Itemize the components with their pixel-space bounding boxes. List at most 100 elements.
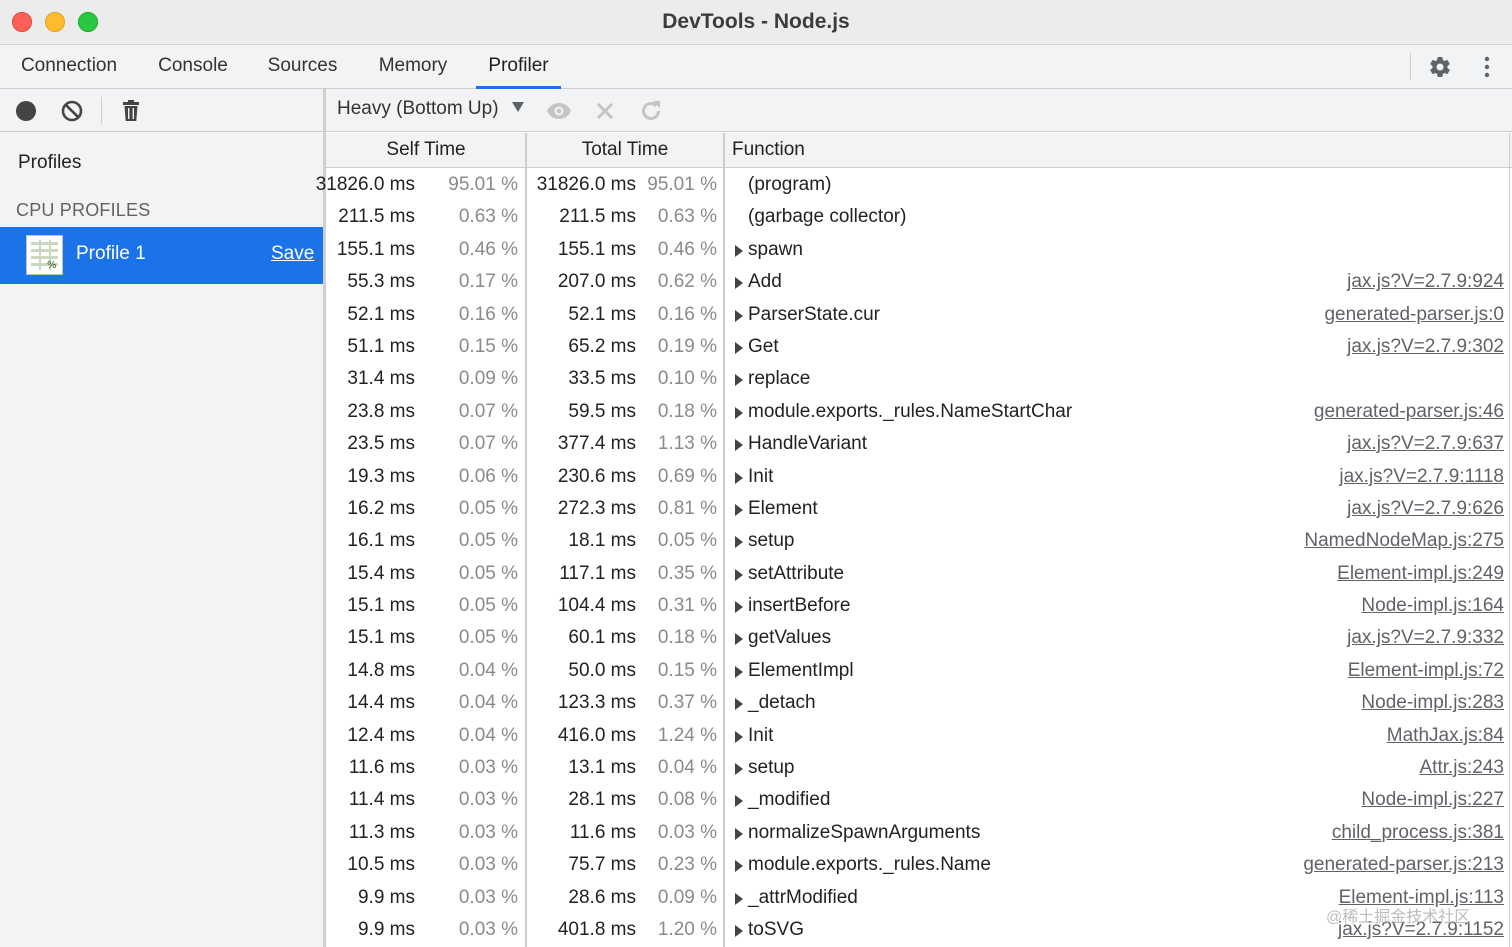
save-profile-link[interactable]: Save bbox=[271, 243, 314, 265]
expand-triangle-icon[interactable] bbox=[735, 439, 743, 452]
self-time-value: 19.3 ms bbox=[347, 465, 415, 487]
expand-triangle-icon[interactable] bbox=[735, 892, 743, 905]
expand-triangle-icon[interactable] bbox=[735, 277, 743, 290]
expand-triangle-icon[interactable] bbox=[735, 730, 743, 743]
source-link[interactable]: Node-impl.js:283 bbox=[1361, 687, 1504, 719]
view-mode-select[interactable]: Heavy (Bottom Up) bbox=[337, 98, 499, 120]
total-time-percent: 0.46 % bbox=[657, 238, 717, 260]
table-row[interactable]: 16.2 ms 0.05 % 272.3 ms 0.81 % Element jax.js… bbox=[326, 493, 1512, 525]
self-time-value: 15.1 ms bbox=[347, 595, 415, 617]
table-row[interactable]: 11.3 ms 0.03 % 11.6 ms 0.03 % normalizeSpawn… bbox=[326, 817, 1512, 849]
more-vertical-icon[interactable] bbox=[1475, 55, 1499, 79]
table-row[interactable]: 15.1 ms 0.05 % 60.1 ms 0.18 % getValues jax.j… bbox=[326, 622, 1512, 654]
sidebar-item-profile-1[interactable]: % Profile 1 Save bbox=[0, 227, 323, 284]
chevron-down-icon[interactable] bbox=[512, 102, 524, 112]
expand-triangle-icon[interactable] bbox=[735, 924, 743, 937]
function-name: setup bbox=[748, 757, 795, 779]
trash-icon[interactable] bbox=[119, 99, 143, 123]
expand-triangle-icon[interactable] bbox=[735, 244, 743, 257]
expand-triangle-icon[interactable] bbox=[735, 309, 743, 322]
expand-triangle-icon[interactable] bbox=[735, 698, 743, 711]
tab-connection[interactable]: Connection bbox=[8, 45, 130, 88]
total-time-value: 59.5 ms bbox=[568, 400, 636, 422]
table-row[interactable]: 15.4 ms 0.05 % 117.1 ms 0.35 % setAttribute E… bbox=[326, 558, 1512, 590]
expand-triangle-icon[interactable] bbox=[735, 601, 743, 614]
table-row[interactable]: 211.5 ms 0.63 % 211.5 ms 0.63 % (garbage col… bbox=[326, 201, 1512, 233]
source-link[interactable]: generated-parser.js:46 bbox=[1314, 396, 1504, 428]
table-row[interactable]: 23.8 ms 0.07 % 59.5 ms 0.18 % module.exports… bbox=[326, 396, 1512, 428]
function-name: setup bbox=[748, 530, 795, 552]
expand-triangle-icon[interactable] bbox=[735, 795, 743, 808]
source-link[interactable]: jax.js?V=2.7.9:1118 bbox=[1339, 461, 1504, 493]
self-time-value: 12.4 ms bbox=[347, 724, 415, 746]
table-row[interactable]: 12.4 ms 0.04 % 416.0 ms 1.24 % Init MathJax.j… bbox=[326, 720, 1512, 752]
table-row[interactable]: 11.4 ms 0.03 % 28.1 ms 0.08 % _modified Node-… bbox=[326, 784, 1512, 816]
expand-triangle-icon[interactable] bbox=[735, 860, 743, 873]
function-name: _modified bbox=[748, 789, 831, 811]
expand-triangle-icon[interactable] bbox=[735, 374, 743, 387]
source-link[interactable]: generated-parser.js:213 bbox=[1303, 849, 1504, 881]
profiles-heading[interactable]: Profiles bbox=[18, 152, 81, 174]
table-row[interactable]: 10.5 ms 0.03 % 75.7 ms 0.23 % module.exports… bbox=[326, 849, 1512, 881]
table-row[interactable]: 51.1 ms 0.15 % 65.2 ms 0.19 % Get jax.js?V=2.… bbox=[326, 331, 1512, 363]
self-time-value: 15.4 ms bbox=[347, 562, 415, 584]
source-link[interactable]: jax.js?V=2.7.9:302 bbox=[1347, 331, 1504, 363]
total-time-value: 155.1 ms bbox=[557, 238, 636, 260]
close-icon[interactable] bbox=[592, 98, 618, 124]
tab-sources[interactable]: Sources bbox=[258, 45, 347, 88]
tab-console[interactable]: Console bbox=[148, 45, 238, 88]
source-link[interactable]: Node-impl.js:164 bbox=[1361, 590, 1504, 622]
source-link[interactable]: Element-impl.js:249 bbox=[1337, 558, 1504, 590]
expand-triangle-icon[interactable] bbox=[735, 341, 743, 354]
total-time-value: 104.4 ms bbox=[557, 595, 636, 617]
source-link[interactable]: jax.js?V=2.7.9:637 bbox=[1347, 428, 1504, 460]
source-link[interactable]: jax.js?V=2.7.9:924 bbox=[1347, 266, 1504, 298]
expand-triangle-icon[interactable] bbox=[735, 827, 743, 840]
table-row[interactable]: 11.6 ms 0.03 % 13.1 ms 0.04 % setup Attr.js:2… bbox=[326, 752, 1512, 784]
table-row[interactable]: 16.1 ms 0.05 % 18.1 ms 0.05 % setup NamedNode… bbox=[326, 525, 1512, 557]
table-row[interactable]: 155.1 ms 0.46 % 155.1 ms 0.46 % spawn bbox=[326, 234, 1512, 266]
expand-triangle-icon[interactable] bbox=[735, 633, 743, 646]
self-time-value: 55.3 ms bbox=[347, 271, 415, 293]
expand-triangle-icon[interactable] bbox=[735, 665, 743, 678]
clear-icon[interactable] bbox=[60, 99, 84, 123]
column-header-function[interactable]: Function bbox=[732, 133, 1032, 168]
expand-triangle-icon[interactable] bbox=[735, 763, 743, 776]
table-row[interactable]: 31.4 ms 0.09 % 33.5 ms 0.10 % replace bbox=[326, 363, 1512, 395]
source-link[interactable]: Attr.js:243 bbox=[1420, 752, 1505, 784]
gear-icon[interactable] bbox=[1428, 55, 1452, 79]
source-link[interactable]: generated-parser.js:0 bbox=[1324, 299, 1504, 331]
table-row[interactable]: 23.5 ms 0.07 % 377.4 ms 1.13 % HandleVariant… bbox=[326, 428, 1512, 460]
total-time-value: 211.5 ms bbox=[559, 206, 636, 228]
table-row[interactable]: 55.3 ms 0.17 % 207.0 ms 0.62 % Add jax.js?V=2… bbox=[326, 266, 1512, 298]
source-link[interactable]: jax.js?V=2.7.9:332 bbox=[1347, 622, 1504, 654]
expand-triangle-icon[interactable] bbox=[735, 471, 743, 484]
tab-profiler[interactable]: Profiler bbox=[476, 45, 561, 89]
column-header-self-time[interactable]: Self Time bbox=[326, 133, 526, 168]
expand-triangle-icon[interactable] bbox=[735, 568, 743, 581]
table-row[interactable]: 14.4 ms 0.04 % 123.3 ms 0.37 % _detach Node-i… bbox=[326, 687, 1512, 719]
total-time-value: 65.2 ms bbox=[568, 335, 636, 357]
self-time-percent: 0.15 % bbox=[458, 335, 518, 357]
expand-triangle-icon[interactable] bbox=[735, 536, 743, 549]
column-header-total-time[interactable]: Total Time bbox=[526, 133, 724, 168]
tab-memory[interactable]: Memory bbox=[368, 45, 458, 88]
source-link[interactable]: MathJax.js:84 bbox=[1387, 720, 1504, 752]
source-link[interactable]: Node-impl.js:227 bbox=[1361, 784, 1504, 816]
table-row[interactable]: 19.3 ms 0.06 % 230.6 ms 0.69 % Init jax.js?V=… bbox=[326, 461, 1512, 493]
self-time-percent: 0.03 % bbox=[458, 854, 518, 876]
table-row[interactable]: 14.8 ms 0.04 % 50.0 ms 0.15 % ElementImpl Ele… bbox=[326, 655, 1512, 687]
table-row[interactable]: 52.1 ms 0.16 % 52.1 ms 0.16 % ParserState.cu… bbox=[326, 299, 1512, 331]
source-link[interactable]: NamedNodeMap.js:275 bbox=[1304, 525, 1504, 557]
refresh-icon[interactable] bbox=[638, 98, 664, 124]
function-name: (garbage collector) bbox=[748, 206, 907, 228]
source-link[interactable]: child_process.js:381 bbox=[1332, 817, 1504, 849]
record-icon[interactable] bbox=[14, 99, 38, 123]
table-row[interactable]: 15.1 ms 0.05 % 104.4 ms 0.31 % insertBefore N… bbox=[326, 590, 1512, 622]
expand-triangle-icon[interactable] bbox=[735, 406, 743, 419]
eye-icon[interactable] bbox=[546, 98, 572, 124]
source-link[interactable]: Element-impl.js:72 bbox=[1348, 655, 1504, 687]
expand-triangle-icon[interactable] bbox=[735, 503, 743, 516]
source-link[interactable]: jax.js?V=2.7.9:626 bbox=[1347, 493, 1504, 525]
table-row[interactable]: 31826.0 ms 95.01 % 31826.0 ms 95.01 % (progr… bbox=[316, 169, 1512, 201]
